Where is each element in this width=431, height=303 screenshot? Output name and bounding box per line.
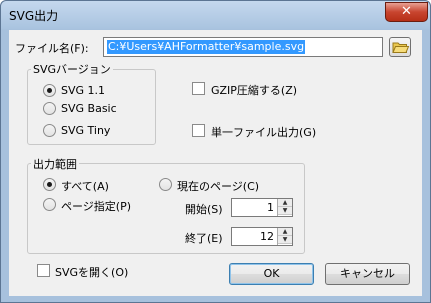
open-svg-checkbox[interactable]: [37, 264, 50, 277]
gzip-checkbox[interactable]: [192, 82, 205, 95]
title-bar[interactable]: SVG出力 ✕: [1, 1, 430, 29]
dialog-client-area: ファイル名(F): C:¥Users¥AHFormatter¥sample.sv…: [9, 30, 422, 296]
radio-svg-tiny-label[interactable]: SVG Tiny: [61, 124, 110, 137]
radio-svg-basic-label[interactable]: SVG Basic: [61, 102, 117, 115]
svg-export-dialog: SVG出力 ✕ ファイル名(F): C:¥Users¥AHFormatter¥s…: [0, 0, 431, 303]
radio-svg-1-1[interactable]: [43, 84, 56, 97]
browse-button[interactable]: [389, 37, 411, 57]
output-range-legend: 出力範囲: [31, 156, 79, 172]
spin-up-icon[interactable]: ▲: [278, 228, 292, 236]
end-page-label: 終了(E): [185, 232, 223, 245]
end-page-spin-arrows[interactable]: ▲ ▼: [277, 228, 292, 245]
radio-specified-pages[interactable]: [43, 198, 56, 211]
radio-svg-1-1-label[interactable]: SVG 1.1: [61, 84, 105, 97]
radio-svg-basic[interactable]: [43, 102, 56, 115]
cancel-button[interactable]: キャンセル: [325, 263, 410, 285]
radio-all-pages[interactable]: [43, 178, 56, 191]
radio-svg-tiny[interactable]: [43, 124, 56, 137]
spin-up-icon[interactable]: ▲: [278, 199, 292, 207]
filename-label: ファイル名(F):: [15, 42, 89, 55]
filename-value: C:¥Users¥AHFormatter¥sample.svg: [107, 40, 306, 54]
start-page-label: 開始(S): [185, 203, 223, 216]
radio-current-page-label[interactable]: 現在のページ(C): [177, 178, 259, 194]
start-page-value: 1: [267, 201, 274, 214]
start-page-spinner[interactable]: 1 ▲ ▼: [231, 198, 293, 217]
single-file-checkbox-label[interactable]: 単一ファイル出力(G): [211, 124, 316, 140]
radio-current-page[interactable]: [159, 178, 172, 191]
spin-down-icon[interactable]: ▼: [278, 236, 292, 244]
single-file-checkbox[interactable]: [192, 124, 205, 137]
filename-input[interactable]: C:¥Users¥AHFormatter¥sample.svg: [103, 37, 383, 57]
window-title: SVG出力: [9, 9, 59, 23]
gzip-checkbox-label[interactable]: GZIP圧縮する(Z): [211, 82, 297, 98]
ok-button[interactable]: OK: [229, 263, 314, 285]
folder-icon: [392, 42, 410, 53]
end-page-value: 12: [260, 230, 274, 243]
close-button[interactable]: ✕: [385, 2, 428, 22]
start-page-spin-arrows[interactable]: ▲ ▼: [277, 199, 292, 216]
open-svg-checkbox-label[interactable]: SVGを開く(O): [55, 264, 128, 280]
radio-all-pages-label[interactable]: すべて(A): [61, 178, 109, 194]
svg-version-legend: SVGバージョン: [31, 61, 113, 77]
spin-down-icon[interactable]: ▼: [278, 207, 292, 215]
end-page-spinner[interactable]: 12 ▲ ▼: [231, 227, 293, 246]
radio-specified-pages-label[interactable]: ページ指定(P): [61, 198, 131, 214]
